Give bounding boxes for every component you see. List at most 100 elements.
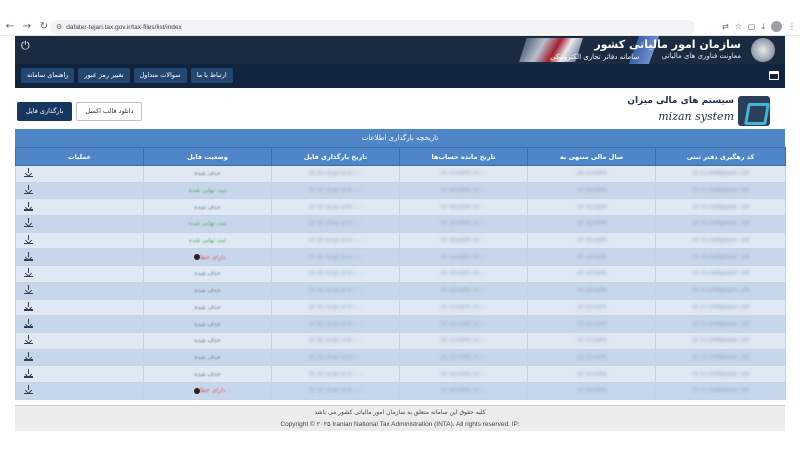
file-status-cell: حذف شده xyxy=(143,365,272,383)
upload-file-button[interactable]: بارگذاری فایل xyxy=(17,102,73,121)
col-fiscal-year: سال مالی منتهی به xyxy=(527,147,656,166)
org-title: سازمان امور مالیاتی کشور xyxy=(594,38,741,51)
operations-cell xyxy=(15,265,144,283)
upload-date-cell-value: ۱۴۰۳/۰۲/۱۵ ۱۲:۳۰:۰۰ xyxy=(307,170,364,178)
download-icon-base xyxy=(24,376,33,378)
status-badge: حذف شده xyxy=(194,370,221,378)
balance-date-cell: ۱۴۰۲/۱۲/۲۹ ۱۲:۰۰ xyxy=(399,281,528,300)
operations-cell xyxy=(15,231,144,250)
tracking-code-cell: ۱۴۰۲۱۱۲۳۴۵۶۷۸۹۰۱۲۳ xyxy=(655,248,786,267)
download-icon[interactable] xyxy=(24,301,33,311)
download-icon[interactable] xyxy=(24,368,33,378)
upload-date-cell: ۱۴۰۳/۰۲/۱۵ ۱۲:۳۰:۰۰ xyxy=(271,331,400,350)
upload-date-cell: ۱۴۰۳/۰۲/۱۵ ۱۲:۳۰:۰۰ xyxy=(271,381,400,400)
fiscal-year-cell: ۱۴۰۲/۱۲/۲۹ xyxy=(527,215,656,233)
upload-history-table: تاریخچه بارگذاری اطلاعات عملیات وضعیت فا… xyxy=(15,129,786,402)
download-template-button[interactable]: دانلود قالب اکسل xyxy=(76,102,143,121)
file-status-cell: حذف شده xyxy=(143,198,272,217)
download-icon[interactable] xyxy=(24,185,33,195)
fiscal-year-cell-value: ۱۴۰۲/۱۲/۲۹ xyxy=(576,187,607,195)
power-icon[interactable]: ⏻ xyxy=(21,40,33,52)
file-status-cell: ثبت نهایی شده xyxy=(143,215,272,233)
download-icon[interactable] xyxy=(24,235,33,245)
table-caption: تاریخچه بارگذاری اطلاعات xyxy=(15,129,785,147)
tracking-code-cell: ۱۴۰۲۱۱۲۳۴۵۶۷۸۹۰۱۲۳ xyxy=(655,165,786,183)
balance-date-cell: ۱۴۰۲/۱۲/۲۹ ۱۲:۰۰ xyxy=(399,365,528,383)
col-tracking-code: کد رهگیری دفتر ثبتی xyxy=(655,147,786,166)
tracking-code-cell-value: ۱۴۰۲۱۱۲۳۴۵۶۷۸۹۰۱۲۳ xyxy=(691,170,750,178)
download-icon[interactable] xyxy=(24,251,33,261)
nav-item-guide[interactable]: راهنمای سامانه xyxy=(21,68,75,83)
main-nav: راهنمای سامانه تغییر رمز عبور سوالات متد… xyxy=(15,64,785,88)
status-badge: دارای خطا xyxy=(199,387,226,395)
download-icon[interactable] xyxy=(24,268,33,278)
download-icon[interactable] xyxy=(24,218,33,228)
tracking-code-cell: ۱۴۰۲۱۱۲۳۴۵۶۷۸۹۰۱۲۳ xyxy=(655,215,786,233)
status-badge: حذف شده xyxy=(194,287,221,295)
back-icon[interactable]: ← xyxy=(3,20,17,34)
fiscal-year-cell-value: ۱۴۰۲/۱۲/۲۹ xyxy=(576,320,607,328)
download-icon[interactable] xyxy=(24,168,33,178)
reload-icon[interactable]: ↻ xyxy=(37,20,51,34)
table-row: ثبت نهایی شده ۱۴۰۳/۰۲/۱۵ ۱۲:۳۰:۰۰ ۱۴۰۲/۱۲/… xyxy=(15,181,786,200)
download-tray-icon[interactable]: ⤓ xyxy=(761,22,765,31)
upload-date-cell-value: ۱۴۰۳/۰۲/۱۵ ۱۲:۳۰:۰۰ xyxy=(307,220,364,228)
nav-item-contact[interactable]: ارتباط با ما xyxy=(190,68,233,83)
system-name: سامانه دفاتر تجاری الکترونیکی xyxy=(550,53,640,61)
download-icon[interactable] xyxy=(24,201,33,211)
forward-icon[interactable]: → xyxy=(20,20,34,34)
fiscal-year-cell-value: ۱۴۰۲/۱۲/۲۹ xyxy=(576,270,607,278)
download-icon[interactable] xyxy=(24,335,33,345)
download-icon-base xyxy=(24,292,33,295)
status-dot-icon xyxy=(193,387,200,394)
tracking-code-cell-value: ۱۴۰۲۱۱۲۳۴۵۶۷۸۹۰۱۲۳ xyxy=(691,303,750,311)
bookmark-icon[interactable]: ☆ xyxy=(735,22,742,31)
translate-icon[interactable]: ⇄ xyxy=(722,22,729,31)
tracking-code-cell: ۱۴۰۲۱۱۲۳۴۵۶۷۸۹۰۱۲۳ xyxy=(655,281,786,300)
tracking-code-cell-value: ۱۴۰۲۱۱۲۳۴۵۶۷۸۹۰۱۲۳ xyxy=(691,320,750,328)
file-status-cell: دارای خطا xyxy=(143,248,272,267)
balance-date-cell: ۱۴۰۲/۱۲/۲۹ ۱۲:۰۰ xyxy=(399,181,528,200)
balance-date-cell: ۱۴۰۲/۱۲/۲۹ ۱۲:۰۰ xyxy=(399,348,528,367)
upload-date-cell-value: ۱۴۰۳/۰۲/۱۵ ۱۲:۳۰:۰۰ xyxy=(307,337,364,345)
operations-cell xyxy=(15,315,144,333)
status-badge: ثبت نهایی شده xyxy=(188,187,227,195)
download-icon[interactable] xyxy=(24,318,33,328)
mizan-logo-en: mizan system xyxy=(658,110,734,123)
upload-date-cell-value: ۱۴۰۳/۰۲/۱۵ ۱۲:۳۰:۰۰ xyxy=(307,287,364,295)
nav-item-faq[interactable]: سوالات متداول xyxy=(133,68,187,83)
extensions-icon[interactable]: ▢ xyxy=(748,22,756,31)
more-menu-icon[interactable]: ⋮ xyxy=(788,22,796,31)
table-header-row: عملیات وضعیت فایل تاریخ بارگذاری فایل تا… xyxy=(15,147,786,166)
download-icon[interactable] xyxy=(24,285,33,295)
upload-date-cell: ۱۴۰۳/۰۲/۱۵ ۱۲:۳۰:۰۰ xyxy=(271,215,400,233)
upload-date-cell-value: ۱۴۰۳/۰۲/۱۵ ۱۲:۳۰:۰۰ xyxy=(307,320,364,328)
nav-item-change-password[interactable]: تغییر رمز عبور xyxy=(78,68,130,83)
site-info-icon[interactable]: ⚙ xyxy=(56,23,62,31)
tracking-code-cell-value: ۱۴۰۲۱۱۲۳۴۵۶۷۸۹۰۱۲۳ xyxy=(691,237,750,245)
download-icon[interactable] xyxy=(24,351,33,361)
grid-menu-icon[interactable] xyxy=(769,71,779,80)
balance-date-cell-value: ۱۴۰۲/۱۲/۲۹ ۱۲:۰۰ xyxy=(440,370,487,378)
status-badge: حذف شده xyxy=(194,353,221,361)
fiscal-year-cell: ۱۴۰۲/۱۲/۲۹ xyxy=(527,298,656,317)
operations-cell xyxy=(15,298,144,317)
download-icon[interactable] xyxy=(24,385,33,395)
status-badge: حذف شده xyxy=(194,203,221,211)
address-bar[interactable]: ⚙ dafater-tejari.tax.gov.ir/tax-files/li… xyxy=(50,20,695,34)
action-buttons: بارگذاری فایل دانلود قالب اکسل xyxy=(17,102,143,121)
balance-date-cell: ۱۴۰۲/۱۲/۲۹ ۱۲:۰۰ xyxy=(399,198,528,217)
screen: ← → ↻ ⚙ dafater-tejari.tax.gov.ir/tax-fi… xyxy=(0,0,800,450)
status-badge: حذف شده xyxy=(194,320,221,328)
tracking-code-cell: ۱۴۰۲۱۱۲۳۴۵۶۷۸۹۰۱۲۳ xyxy=(655,365,786,383)
upload-date-cell-value: ۱۴۰۳/۰۲/۱۵ ۱۲:۳۰:۰۰ xyxy=(307,253,364,261)
page-footer: کلیه حقوق این سامانه متعلق به سازمان امو… xyxy=(15,405,785,431)
profile-avatar[interactable] xyxy=(771,21,782,32)
tracking-code-cell-value: ۱۴۰۲۱۱۲۳۴۵۶۷۸۹۰۱۲۳ xyxy=(691,287,750,295)
balance-date-cell-value: ۱۴۰۲/۱۲/۲۹ ۱۲:۰۰ xyxy=(440,337,487,345)
tracking-code-cell-value: ۱۴۰۲۱۱۲۳۴۵۶۷۸۹۰۱۲۳ xyxy=(691,387,750,395)
tracking-code-cell-value: ۱۴۰۲۱۱۲۳۴۵۶۷۸۹۰۱۲۳ xyxy=(691,370,750,378)
balance-date-cell-value: ۱۴۰۲/۱۲/۲۹ ۱۲:۰۰ xyxy=(440,170,487,178)
balance-date-cell: ۱۴۰۲/۱۲/۲۹ ۱۲:۰۰ xyxy=(399,315,528,333)
upload-date-cell-value: ۱۴۰۳/۰۲/۱۵ ۱۲:۳۰:۰۰ xyxy=(307,270,364,278)
